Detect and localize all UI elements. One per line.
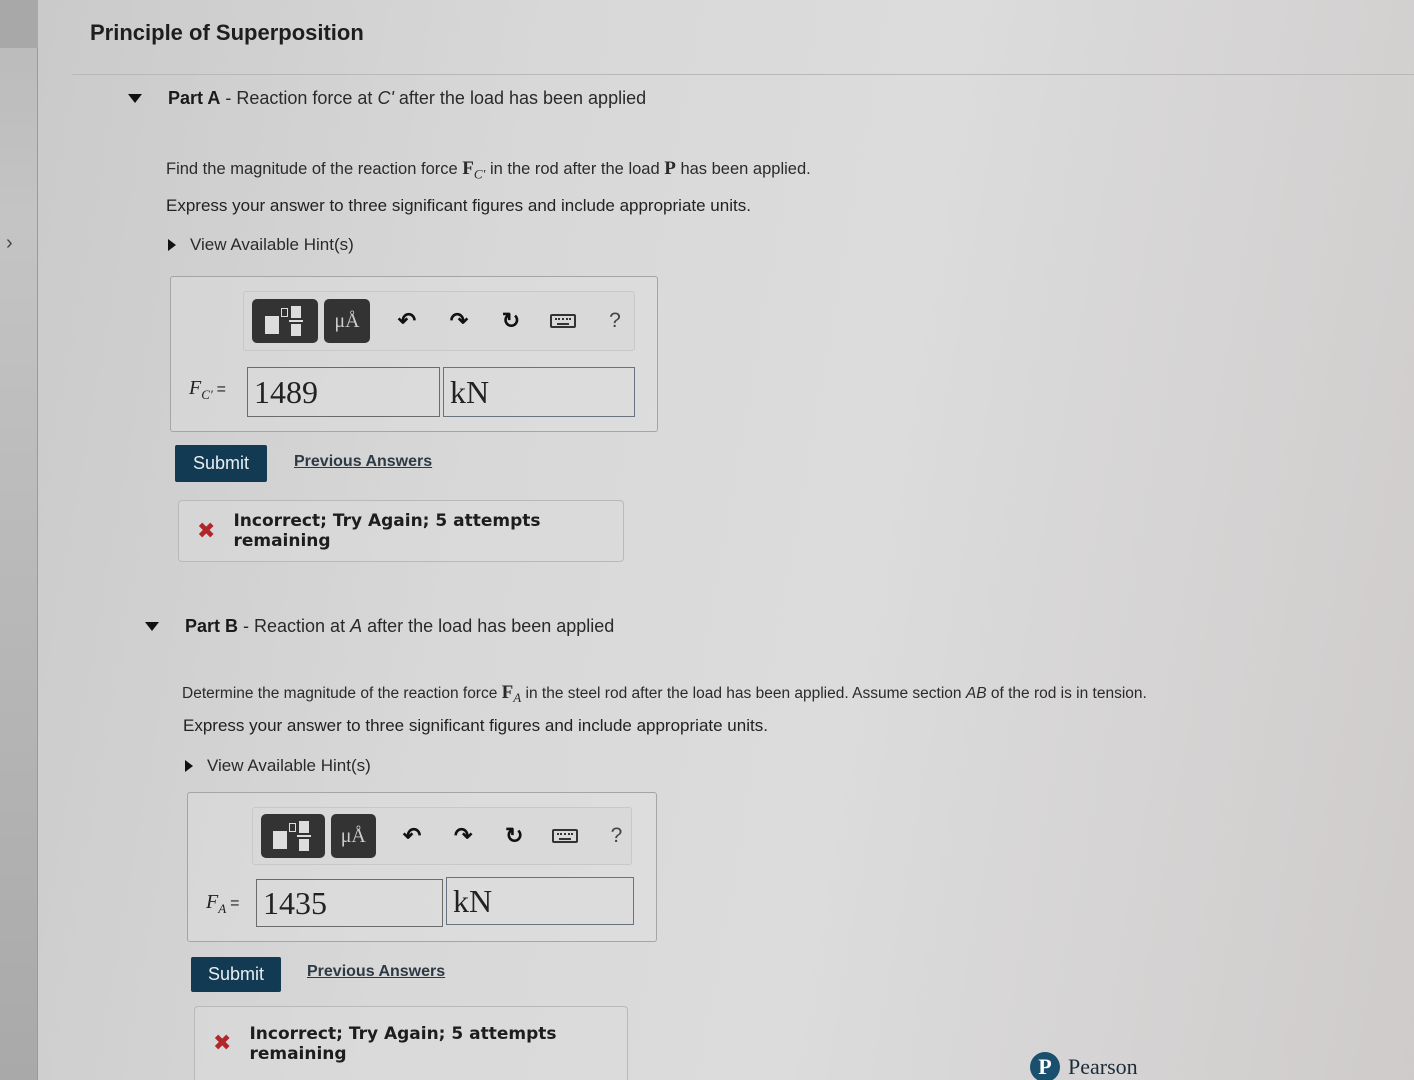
undo-icon[interactable]: ↶ [392,306,422,336]
value-input[interactable]: 1489 [247,367,440,417]
pearson-brand: P Pearson [1030,1052,1138,1080]
submit-button[interactable]: Submit [191,957,281,992]
fraction-template-button[interactable] [261,814,325,858]
part-label: Part B [185,616,239,636]
feedback-message: ✖ Incorrect; Try Again; 5 attempts remai… [194,1006,628,1080]
part-a-answer-box: μÅ ↶ ↷ ↻ ? FC' = 1489 kN [170,276,658,432]
part-b-question: Determine the magnitude of the reaction … [182,682,1147,706]
part-a-hint-toggle[interactable]: View Available Hint(s) [168,235,354,255]
submit-button[interactable]: Submit [175,445,267,482]
part-label: Part A [168,88,221,108]
keyboard-icon [552,829,579,843]
keyboard-button[interactable] [551,821,580,851]
reset-icon[interactable]: ↻ [496,306,526,336]
brand-name: Pearson [1068,1054,1138,1079]
units-button[interactable]: μÅ [324,299,370,343]
redo-icon[interactable]: ↷ [444,306,474,336]
title-divider [72,74,1414,75]
part-b-answer-box: μÅ ↶ ↷ ↻ ? FA = 1435 kN [187,792,657,942]
feedback-text: Incorrect; Try Again; 5 attempts remaini… [233,511,541,551]
answer-variable-label: FA = [206,891,240,916]
unit-input[interactable]: kN [446,877,634,925]
previous-answers-link[interactable]: Previous Answers [294,453,432,471]
math-toolbar: μÅ ↶ ↷ ↻ ? [243,291,635,351]
expand-triangle-icon [168,239,176,251]
feedback-message: ✖ Incorrect; Try Again; 5 attempts remai… [178,500,624,562]
part-b-instruction: Express your answer to three significant… [183,716,768,735]
help-button[interactable]: ? [602,821,631,851]
left-rail: › [0,0,38,1080]
help-button[interactable]: ? [600,306,630,336]
part-b-hint-toggle[interactable]: View Available Hint(s) [185,756,371,776]
part-a-instruction: Express your answer to three significant… [166,196,751,215]
part-b-header[interactable]: Part B - Reaction at A after the load ha… [145,616,614,637]
previous-answers-link[interactable]: Previous Answers [307,963,445,981]
fraction-template-button[interactable] [252,299,318,343]
redo-icon[interactable]: ↷ [449,821,478,851]
undo-icon[interactable]: ↶ [398,821,427,851]
fraction-template-icon [271,819,315,853]
math-toolbar: μÅ ↶ ↷ ↻ ? [252,807,632,865]
keyboard-button[interactable] [548,306,578,336]
page-title: Principle of Superposition [90,20,364,45]
feedback-text: Incorrect; Try Again; 5 attempts remaini… [249,1023,557,1064]
collapse-triangle-icon [145,622,159,631]
x-icon: ✖ [213,1031,232,1056]
units-button[interactable]: μÅ [330,814,376,858]
answer-variable-label: FC' = [189,377,227,402]
chevron-right-icon[interactable]: › [6,232,13,255]
collapse-triangle-icon [128,94,142,103]
units-icon: μÅ [334,309,360,332]
pearson-logo-icon: P [1030,1052,1060,1080]
value-input[interactable]: 1435 [256,879,443,927]
part-a-question: Find the magnitude of the reaction force… [166,158,811,182]
units-icon: μÅ [340,824,366,847]
reset-icon[interactable]: ↻ [500,821,529,851]
fraction-template-icon [263,304,307,338]
x-icon: ✖ [197,518,216,544]
expand-triangle-icon [185,760,193,772]
unit-input[interactable]: kN [443,367,635,417]
part-a-header[interactable]: Part A - Reaction force at C' after the … [128,88,646,109]
keyboard-icon [550,314,576,328]
rail-top-block [0,0,38,48]
